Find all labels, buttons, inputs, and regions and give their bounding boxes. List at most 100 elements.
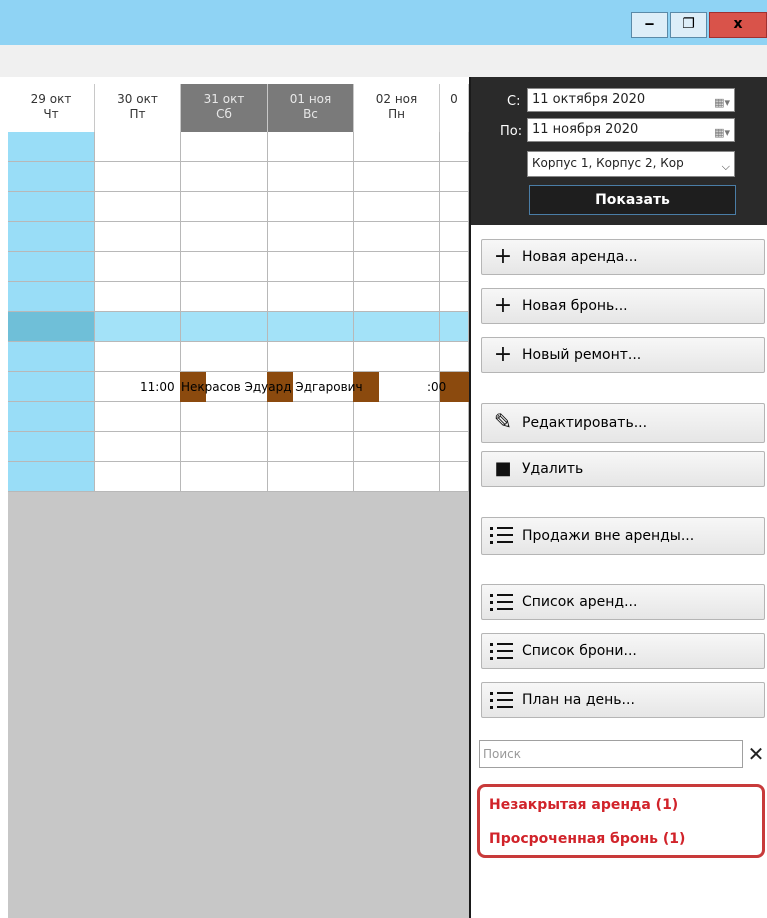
schedule-cell[interactable]	[95, 282, 181, 312]
schedule-cell[interactable]	[8, 402, 95, 432]
booking-start-time[interactable]: 11:00	[140, 372, 175, 402]
column-header[interactable]: 02 ноя Пн	[354, 84, 440, 132]
from-date-picker[interactable]: 11 октября 2020 ▦▾	[527, 88, 735, 112]
schedule-cell[interactable]	[8, 432, 95, 462]
schedule-cell[interactable]	[268, 462, 354, 492]
schedule-row[interactable]	[8, 132, 469, 162]
schedule-cell[interactable]	[354, 192, 440, 222]
schedule-cell[interactable]	[8, 192, 95, 222]
rental-list-button[interactable]: Список аренд...	[481, 584, 765, 620]
schedule-cell[interactable]	[181, 342, 268, 372]
schedule-cell[interactable]	[268, 252, 354, 282]
chevron-down-icon[interactable]: ⌵	[722, 156, 730, 178]
schedule-cell[interactable]	[354, 162, 440, 192]
schedule-cell[interactable]	[268, 402, 354, 432]
schedule-cell[interactable]	[8, 252, 95, 282]
schedule-cell[interactable]	[354, 402, 440, 432]
schedule-cell[interactable]	[440, 432, 469, 462]
schedule-cell[interactable]	[354, 252, 440, 282]
schedule-row[interactable]	[8, 462, 469, 492]
schedule-cell[interactable]	[440, 192, 469, 222]
to-date-picker[interactable]: 11 ноября 2020 ▦▾	[527, 118, 735, 142]
restore-button[interactable]: ❐	[670, 12, 707, 38]
schedule-cell[interactable]	[354, 282, 440, 312]
schedule-cell[interactable]	[268, 162, 354, 192]
schedule-cell[interactable]	[8, 132, 95, 162]
schedule-cell[interactable]	[181, 402, 268, 432]
column-header[interactable]: 01 ноя Вс	[268, 84, 354, 132]
schedule-cell[interactable]	[440, 312, 469, 342]
schedule-row[interactable]	[8, 192, 469, 222]
search-input[interactable]: Поиск	[479, 740, 743, 768]
column-header[interactable]: 0	[440, 84, 469, 132]
schedule-cell[interactable]	[8, 162, 95, 192]
schedule-cell[interactable]	[181, 432, 268, 462]
schedule-row[interactable]	[8, 252, 469, 282]
schedule-row[interactable]	[8, 222, 469, 252]
schedule-cell[interactable]	[95, 402, 181, 432]
new-booking-button[interactable]: + Новая бронь...	[481, 288, 765, 324]
schedule-cell[interactable]	[268, 132, 354, 162]
schedule-cell[interactable]	[181, 282, 268, 312]
schedule-row[interactable]	[8, 432, 469, 462]
schedule-cell[interactable]	[440, 162, 469, 192]
schedule-cell[interactable]	[8, 222, 95, 252]
schedule-cell[interactable]	[181, 222, 268, 252]
schedule-cell[interactable]	[181, 462, 268, 492]
schedule-cell[interactable]	[268, 192, 354, 222]
schedule-cell[interactable]	[181, 192, 268, 222]
schedule-grid[interactable]: 29 окт Чт 30 окт Пт 31 окт Сб 01 ноя Вс 02 ноя Пн…	[8, 84, 469, 918]
day-plan-button[interactable]: План на день...	[481, 682, 765, 718]
sales-outside-button[interactable]: Продажи вне аренды...	[481, 517, 765, 555]
schedule-row[interactable]	[8, 312, 469, 342]
schedule-cell[interactable]	[440, 402, 469, 432]
schedule-cell[interactable]	[440, 132, 469, 162]
booking-end-time[interactable]: :00	[427, 372, 446, 402]
schedule-cell[interactable]	[8, 372, 95, 402]
schedule-cell[interactable]	[95, 222, 181, 252]
calendar-icon[interactable]: ▦▾	[714, 122, 730, 144]
schedule-cell[interactable]	[268, 432, 354, 462]
calendar-icon[interactable]: ▦▾	[714, 92, 730, 114]
schedule-cell[interactable]	[95, 192, 181, 222]
column-header[interactable]: 29 окт Чт	[8, 84, 95, 132]
schedule-row[interactable]	[8, 402, 469, 432]
schedule-cell[interactable]	[354, 312, 440, 342]
minimize-button[interactable]: ‒	[631, 12, 668, 38]
column-header[interactable]: 31 окт Сб	[181, 84, 268, 132]
booking-list-button[interactable]: Список брони...	[481, 633, 765, 669]
schedule-cell[interactable]	[268, 282, 354, 312]
schedule-cell[interactable]	[268, 222, 354, 252]
column-header[interactable]: 30 окт Пт	[95, 84, 181, 132]
schedule-cell[interactable]	[95, 132, 181, 162]
schedule-cell[interactable]	[440, 282, 469, 312]
unclosed-rental-link[interactable]: Незакрытая аренда (1)	[489, 797, 678, 813]
schedule-cell[interactable]	[440, 222, 469, 252]
close-button[interactable]: x	[709, 12, 767, 38]
edit-button[interactable]: ✎ Редактировать...	[481, 403, 765, 443]
schedule-row[interactable]	[8, 282, 469, 312]
schedule-cell[interactable]	[354, 462, 440, 492]
schedule-cell[interactable]	[354, 222, 440, 252]
schedule-cell[interactable]	[181, 132, 268, 162]
schedule-cell[interactable]	[440, 252, 469, 282]
schedule-cell[interactable]	[268, 312, 354, 342]
schedule-cell[interactable]	[440, 462, 469, 492]
buildings-select[interactable]: Корпус 1, Корпус 2, Кор ⌵	[527, 151, 735, 177]
schedule-cell[interactable]	[8, 462, 95, 492]
schedule-cell[interactable]	[8, 312, 95, 342]
schedule-cell[interactable]	[354, 342, 440, 372]
schedule-cell[interactable]	[354, 132, 440, 162]
new-rental-button[interactable]: + Новая аренда...	[481, 239, 765, 275]
schedule-cell[interactable]	[8, 342, 95, 372]
schedule-cell[interactable]	[181, 312, 268, 342]
schedule-cell[interactable]	[268, 342, 354, 372]
schedule-cell[interactable]	[181, 252, 268, 282]
booking-guest-name[interactable]: Некрасов Эдуард Эдгарович	[181, 372, 363, 402]
overdue-booking-link[interactable]: Просроченная бронь (1)	[489, 831, 685, 847]
clear-search-button[interactable]: ✕	[745, 740, 767, 768]
show-button[interactable]: Показать	[529, 185, 736, 215]
schedule-row[interactable]	[8, 342, 469, 372]
schedule-cell[interactable]	[8, 282, 95, 312]
schedule-cell[interactable]	[181, 162, 268, 192]
